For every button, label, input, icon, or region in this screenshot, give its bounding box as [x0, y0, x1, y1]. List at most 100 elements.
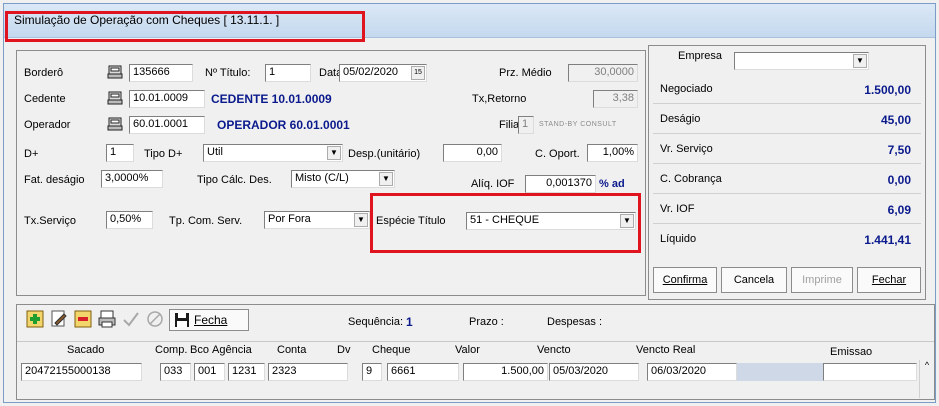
tipo-calc-label: Tipo Cálc. Des. [197, 174, 272, 186]
summary-row-c-cobranca: C. Cobrança 0,00 [653, 166, 921, 194]
c-oport-field[interactable]: 1,00% [587, 144, 638, 162]
col-agencia: Agência [212, 344, 252, 356]
data-field[interactable]: 05/02/2020 15 [339, 64, 427, 82]
summary-panel: Empresa ▼ Negociado 1.500,00 Deságio 45,… [648, 45, 926, 300]
cell-comp[interactable]: 033 [160, 363, 191, 381]
tipo-calc-value: Misto (C/L) [295, 172, 349, 184]
row-highlight [737, 363, 823, 381]
data-value: 05/02/2020 [343, 66, 399, 78]
summary-label: Deságio [660, 113, 701, 125]
fechar-button[interactable]: Fechar [857, 267, 921, 293]
especie-highlight-box [370, 193, 641, 253]
despesas-label: Despesas : [547, 316, 603, 328]
col-vencto: Vencto [537, 344, 571, 356]
save-icon [175, 313, 189, 327]
summary-value: 7,50 [887, 143, 911, 157]
grid-scrollbar[interactable]: ^ [919, 360, 934, 398]
main-form-panel: Borderô 135666 Nº Título: 1 Data 05/02/2… [16, 50, 646, 296]
summary-label: C. Cobrança [660, 173, 722, 185]
empresa-label: Empresa [678, 50, 723, 62]
confirma-button[interactable]: Confirma [653, 267, 717, 293]
tp-com-serv-label: Tp. Com. Serv. [169, 215, 243, 227]
summary-row-vr-iof: Vr. IOF 6,09 [653, 196, 921, 224]
chevron-down-icon[interactable]: ▼ [327, 146, 341, 160]
num-titulo-field[interactable]: 1 [265, 64, 311, 82]
add-icon[interactable] [25, 309, 45, 329]
dplus-label: D+ [24, 148, 39, 160]
aliq-iof-unit: % ad [599, 178, 625, 190]
bordero-field[interactable]: 135666 [129, 64, 193, 82]
summary-value: 45,00 [880, 113, 911, 127]
print-icon[interactable] [97, 309, 117, 329]
calendar-icon[interactable]: 15 [411, 66, 425, 80]
grid-header: Sacado Comp. Bco Agência Conta Dv Cheque… [17, 341, 934, 359]
lookup-icon[interactable] [107, 91, 123, 105]
empresa-select[interactable]: ▼ [734, 52, 869, 70]
cell-cheque[interactable]: 6661 [387, 363, 459, 381]
edit-icon[interactable] [49, 309, 69, 329]
tx-servico-label: Tx.Serviço [24, 215, 76, 227]
check-icon[interactable] [121, 309, 141, 329]
col-emissao: Emissao [830, 346, 873, 358]
summary-label: Vr. IOF [660, 203, 695, 215]
lookup-icon[interactable] [107, 117, 123, 131]
summary-label: Negociado [660, 83, 713, 95]
fat-desagio-field[interactable]: 3,0000% [101, 170, 163, 188]
operador-label: Operador [24, 119, 71, 131]
tp-com-serv-select[interactable]: Por Fora ▼ [264, 211, 370, 229]
summary-row-desagio: Deságio 45,00 [653, 106, 921, 134]
chevron-up-icon[interactable]: ^ [925, 360, 929, 370]
tipo-calc-select[interactable]: Misto (C/L) ▼ [291, 170, 395, 188]
cancel-icon[interactable] [145, 309, 165, 329]
tipo-dplus-select[interactable]: Util ▼ [203, 144, 343, 162]
summary-value: 0,00 [887, 173, 911, 187]
cancela-button[interactable]: Cancela [721, 267, 787, 293]
summary-value: 1.500,00 [864, 83, 911, 97]
summary-value: 6,09 [887, 203, 911, 217]
cell-emissao[interactable] [823, 363, 917, 381]
desp-field[interactable]: 0,00 [443, 144, 502, 162]
chevron-down-icon[interactable]: ▼ [354, 213, 368, 227]
cell-vencto-real[interactable]: 06/03/2020 [647, 363, 737, 381]
sequencia-label: Sequência: [348, 316, 404, 328]
cedente-name: CEDENTE 10.01.0009 [211, 92, 332, 106]
tx-servico-field[interactable]: 0,50% [106, 211, 153, 229]
cell-vencto[interactable]: 05/03/2020 [549, 363, 639, 381]
lookup-icon[interactable] [107, 65, 123, 79]
summary-value: 1.441,41 [864, 233, 911, 247]
cell-dv[interactable]: 9 [362, 363, 382, 381]
cell-bco[interactable]: 001 [194, 363, 225, 381]
cell-agencia[interactable]: 1231 [228, 363, 265, 381]
delete-icon[interactable] [73, 309, 93, 329]
operador-name: OPERADOR 60.01.0001 [217, 118, 350, 132]
desp-label: Desp.(unitário) [348, 148, 421, 160]
cell-sacado[interactable]: 20472155000138 [21, 363, 142, 381]
cell-valor[interactable]: 1.500,00 [463, 363, 548, 381]
bordero-label: Borderô [24, 67, 64, 79]
operador-code-field[interactable]: 60.01.0001 [129, 116, 205, 134]
summary-row-liquido: Líquido 1.441,41 [653, 226, 921, 254]
cedente-code-field[interactable]: 10.01.0009 [129, 90, 205, 108]
aliq-iof-field[interactable]: 0,001370 [525, 175, 596, 193]
filial-hint: STAND-BY CONSULT [539, 121, 617, 128]
cheques-panel: Fecha Sequência: 1 Prazo : Despesas : Sa… [16, 304, 935, 400]
chevron-down-icon[interactable]: ▼ [379, 172, 393, 186]
fat-desagio-label: Fat. deságio [24, 174, 85, 186]
sequencia-value: 1 [406, 315, 413, 329]
prz-medio-label: Prz. Médio [499, 67, 552, 79]
dplus-field[interactable]: 1 [106, 144, 134, 162]
tx-retorno-field: 3,38 [593, 90, 638, 108]
cedente-label: Cedente [24, 93, 66, 105]
fecha-button[interactable]: Fecha [169, 309, 249, 331]
col-dv: Dv [337, 344, 351, 356]
col-cheque: Cheque [372, 344, 411, 356]
tipo-dplus-value: Util [207, 146, 223, 158]
col-conta: Conta [277, 344, 307, 356]
filial-field: 1 [518, 116, 534, 134]
cell-conta[interactable]: 2323 [268, 363, 348, 381]
summary-label: Vr. Serviço [660, 143, 713, 155]
col-valor: Valor [455, 344, 480, 356]
summary-row-negociado: Negociado 1.500,00 [653, 76, 921, 104]
chevron-down-icon[interactable]: ▼ [853, 54, 867, 68]
imprime-button[interactable]: Imprime [791, 267, 853, 293]
